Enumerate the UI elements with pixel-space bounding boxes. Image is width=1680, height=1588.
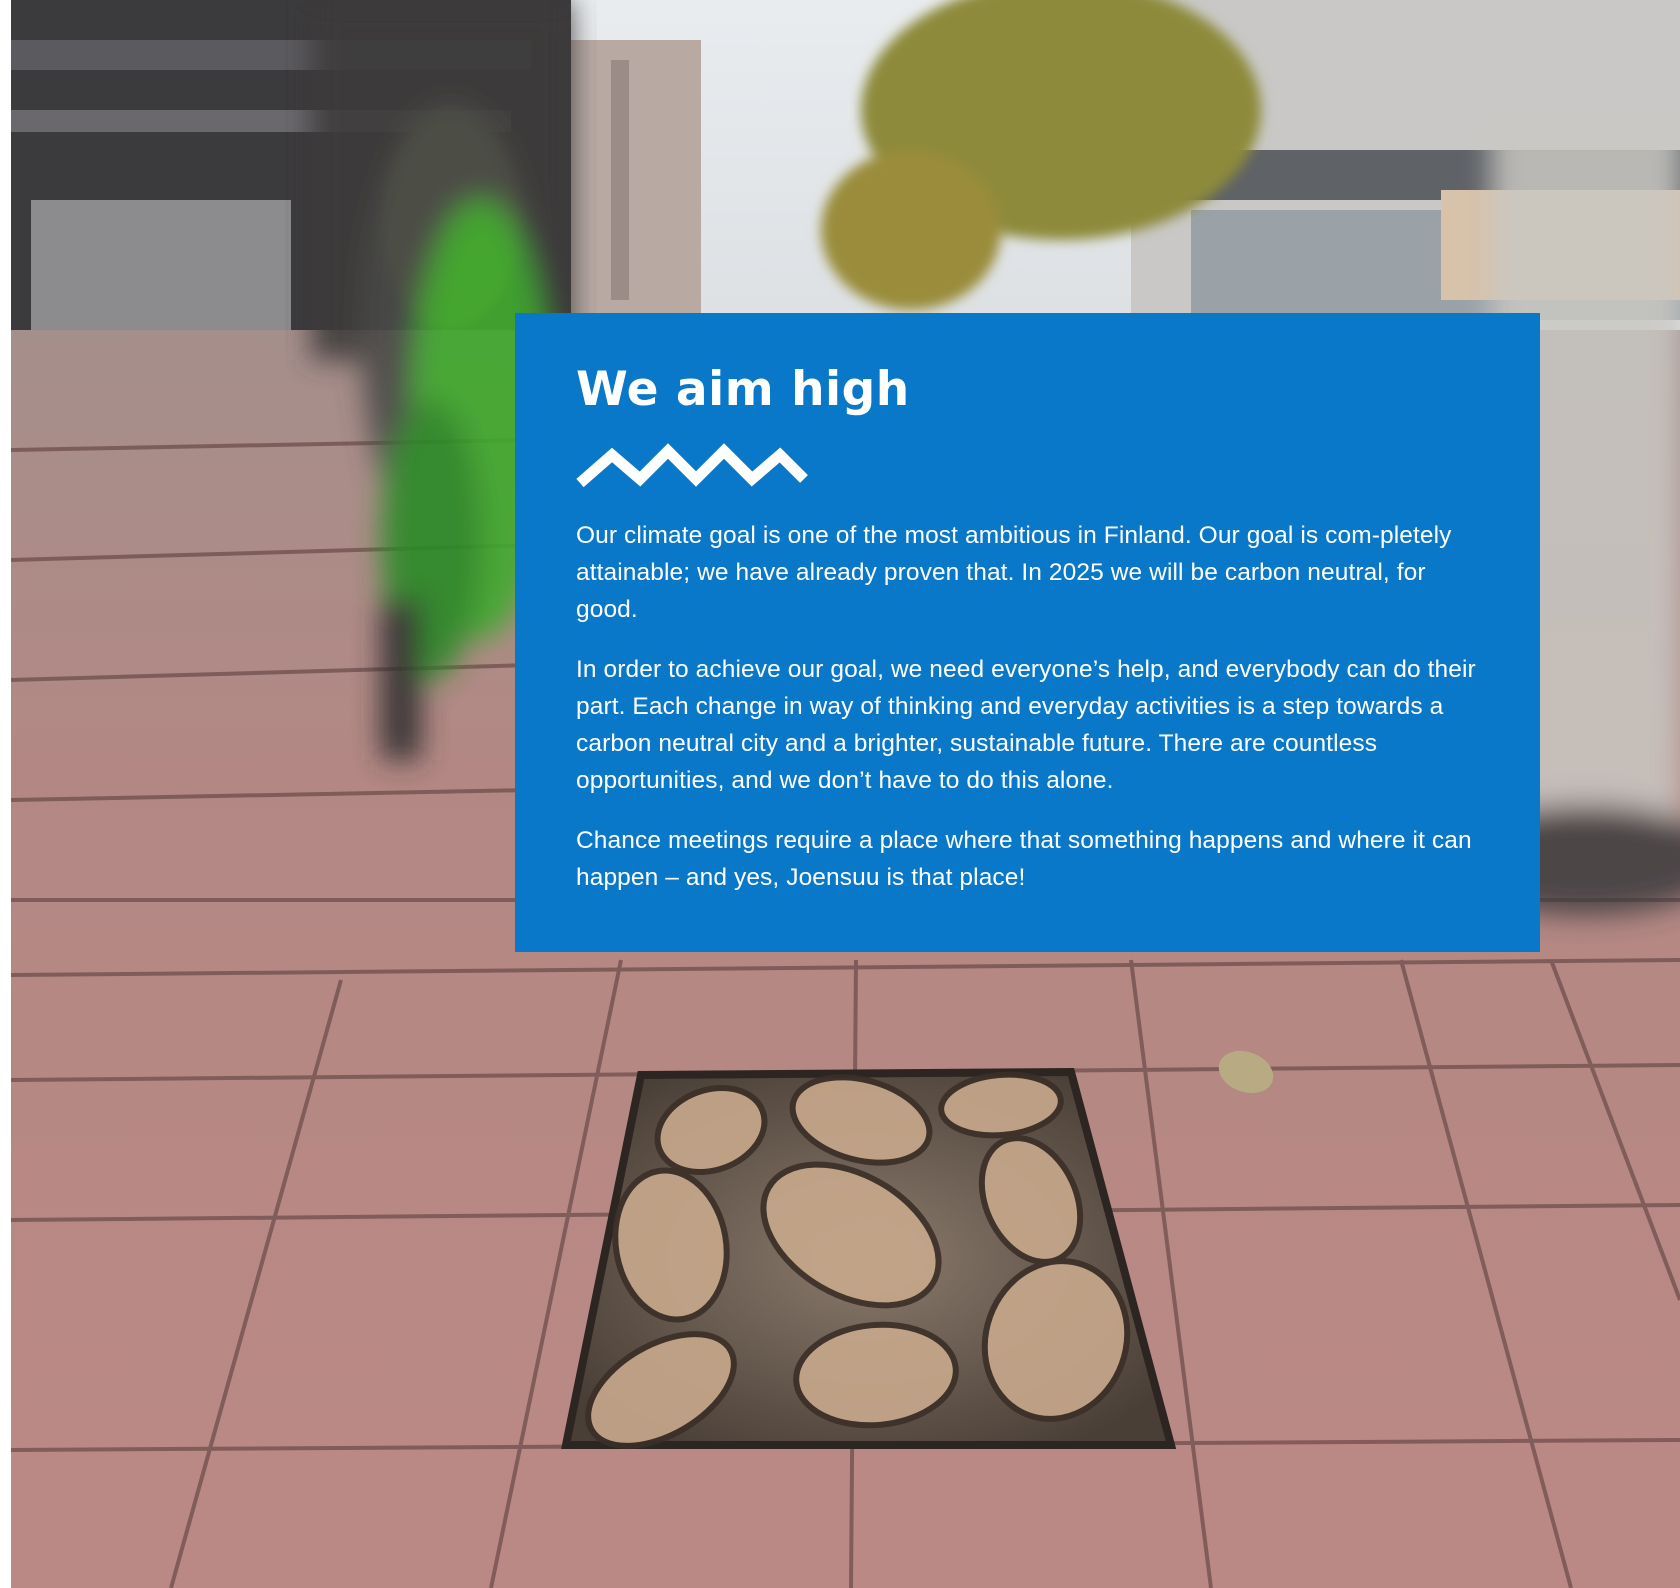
card-paragraph-1: Our climate goal is one of the most ambi… [576, 522, 1452, 624]
card-body: Our climate goal is one of the most ambi… [576, 517, 1480, 896]
card-paragraph-2: In order to achieve our goal, we need ev… [576, 656, 1476, 795]
zigzag-wave-icon [576, 443, 808, 488]
info-card: We aim high Our climate goal is one of t… [515, 313, 1540, 952]
card-paragraph-3: Chance meetings require a place where th… [576, 827, 1472, 892]
card-title: We aim high [576, 362, 910, 417]
